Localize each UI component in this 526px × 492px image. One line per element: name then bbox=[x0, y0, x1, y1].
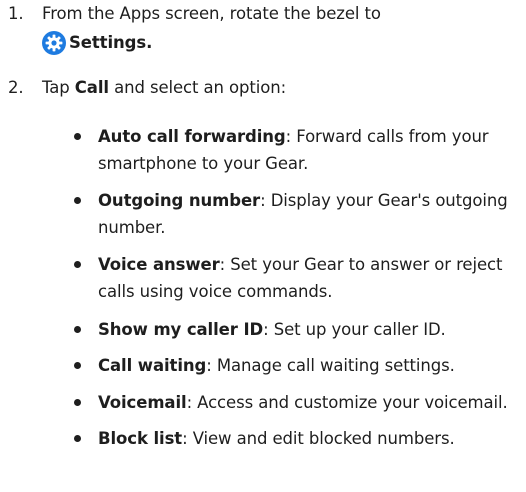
settings-reference: Settings. bbox=[42, 29, 512, 57]
bullet-dot bbox=[74, 435, 81, 442]
list-item-auto-call-forwarding: Auto call forwarding: Forward calls from… bbox=[74, 123, 514, 177]
option-description: : Access and customize your voicemail. bbox=[186, 393, 508, 412]
option-term: Voice answer bbox=[98, 255, 220, 274]
option-term: Call waiting bbox=[98, 356, 207, 375]
option-term: Block list bbox=[98, 429, 183, 448]
settings-label: Settings. bbox=[69, 33, 153, 52]
gear-icon bbox=[42, 31, 66, 55]
option-term: Auto call forwarding bbox=[98, 127, 286, 146]
bullet-dot bbox=[74, 261, 81, 268]
list-item-block-list: Block list: View and edit blocked number… bbox=[74, 425, 514, 452]
list-item-outgoing-number: Outgoing number: Display your Gear's out… bbox=[74, 187, 514, 241]
list-item-text: Block list: View and edit blocked number… bbox=[98, 425, 514, 452]
list-item-call-waiting: Call waiting: Manage call waiting settin… bbox=[74, 352, 514, 379]
list-item-voice-answer: Voice answer: Set your Gear to answer or… bbox=[74, 251, 514, 305]
call-label: Call bbox=[74, 78, 109, 97]
step-number: 1. bbox=[8, 4, 24, 23]
step-text: Tap Call and select an option: bbox=[42, 74, 512, 102]
list-item-show-my-caller-id: Show my caller ID: Set up your caller ID… bbox=[74, 316, 514, 343]
list-item-text: Voicemail: Access and customize your voi… bbox=[98, 389, 514, 416]
step-1: 1. From the Apps screen, rotate the beze… bbox=[0, 0, 526, 66]
list-item-text: Auto call forwarding: Forward calls from… bbox=[98, 123, 514, 177]
step-number: 2. bbox=[8, 78, 24, 97]
list-item-text: Show my caller ID: Set up your caller ID… bbox=[98, 316, 514, 343]
step-prefix: Tap bbox=[42, 78, 75, 97]
option-description: : Manage call waiting settings. bbox=[206, 356, 455, 375]
list-item-voicemail: Voicemail: Access and customize your voi… bbox=[74, 389, 514, 416]
option-description: : Set up your caller ID. bbox=[263, 320, 446, 339]
bullet-dot bbox=[74, 133, 81, 140]
list-item-text: Call waiting: Manage call waiting settin… bbox=[98, 352, 514, 379]
list-item-text: Outgoing number: Display your Gear's out… bbox=[98, 187, 514, 241]
option-term: Show my caller ID bbox=[98, 320, 264, 339]
bullet-dot bbox=[74, 399, 81, 406]
option-term: Outgoing number bbox=[98, 191, 261, 210]
instructions-document: 1. From the Apps screen, rotate the beze… bbox=[0, 0, 526, 492]
option-description: : View and edit blocked numbers. bbox=[182, 429, 455, 448]
step-instruction: From the Apps screen, rotate the bezel t… bbox=[42, 4, 381, 23]
step-suffix: and select an option: bbox=[108, 78, 287, 97]
option-term: Voicemail bbox=[98, 393, 187, 412]
bullet-dot bbox=[74, 362, 81, 369]
list-item-text: Voice answer: Set your Gear to answer or… bbox=[98, 251, 514, 305]
bullet-dot bbox=[74, 197, 81, 204]
bullet-dot bbox=[74, 326, 81, 333]
step-text: From the Apps screen, rotate the bezel t… bbox=[42, 0, 512, 57]
